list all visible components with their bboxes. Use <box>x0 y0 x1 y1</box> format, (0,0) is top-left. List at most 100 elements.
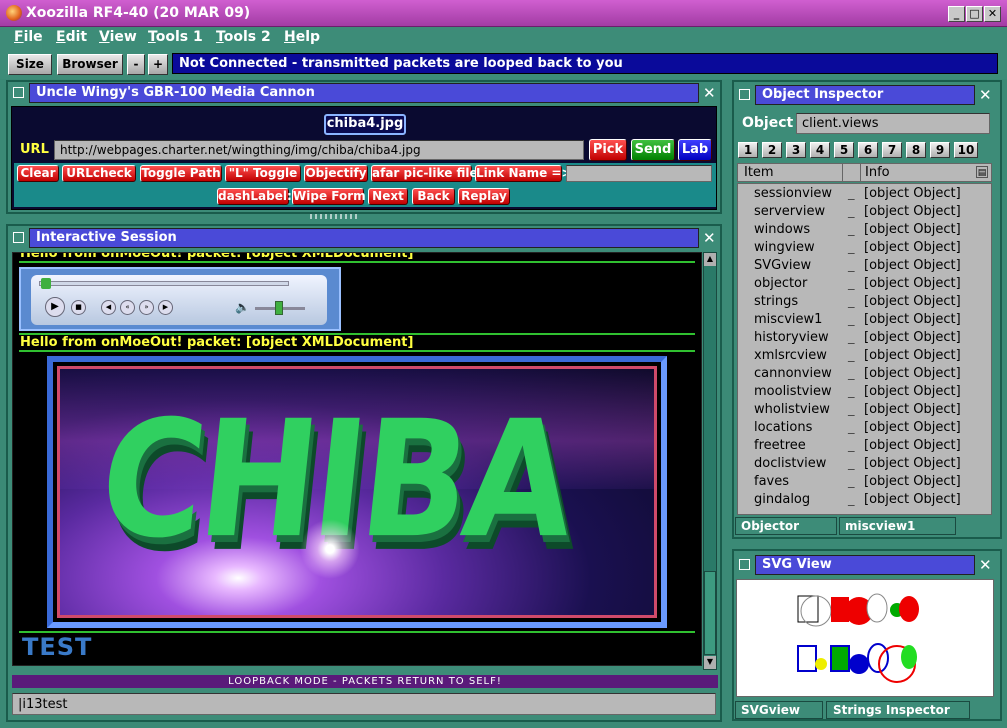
svg-ellipse-blue <box>867 643 889 673</box>
pick-button[interactable]: Pick <box>589 139 627 161</box>
list-item[interactable]: sessionview _ [object Object] <box>738 186 991 204</box>
list-item[interactable]: strings _ [object Object] <box>738 294 991 312</box>
tab-strings-inspector[interactable]: Strings Inspector <box>826 701 970 719</box>
close-icon[interactable]: ✕ <box>979 556 992 574</box>
size-button[interactable]: Size <box>8 54 52 75</box>
column-divider[interactable] <box>860 164 861 181</box>
send-button[interactable]: Send <box>631 139 675 161</box>
l-toggle-button[interactable]: "L" Toggle <box>225 165 301 182</box>
list-item[interactable]: moolistview _ [object Object] <box>738 384 991 402</box>
panel-toggle[interactable] <box>739 89 750 100</box>
menu-tools-1[interactable]: Tools 1 <box>148 29 203 45</box>
dash-label-button[interactable]: dashLabel: <box>217 188 292 205</box>
close-icon[interactable]: ✕ <box>703 84 716 102</box>
list-item[interactable]: faves _ [object Object] <box>738 474 991 492</box>
maximize-button[interactable]: □ <box>966 6 983 22</box>
inspector-tab[interactable]: 6 <box>858 142 878 158</box>
inspector-tab[interactable]: 8 <box>906 142 926 158</box>
zoom-out-button[interactable]: - <box>127 54 145 75</box>
list-item[interactable]: gindalog _ [object Object] <box>738 492 991 510</box>
afar-pic-button[interactable]: afar pic-like file! <box>371 165 483 182</box>
urlcheck-button[interactable]: URLcheck <box>62 165 136 182</box>
zoom-in-button[interactable]: + <box>148 54 168 75</box>
item-info: [object Object] <box>864 186 961 201</box>
inspector-tab[interactable]: 2 <box>762 142 782 158</box>
link-name-input[interactable] <box>566 165 712 182</box>
inspector-tab[interactable]: 1 <box>738 142 758 158</box>
svg-circle-yellow <box>815 658 827 670</box>
fast-forward-icon[interactable]: » <box>139 300 154 315</box>
tab-miscview1[interactable]: miscview1 <box>839 517 956 535</box>
volume-icon[interactable]: 🔈 <box>235 300 250 314</box>
session-scrollbar[interactable]: ▲ ▼ <box>703 252 717 670</box>
menu-tools-2[interactable]: Tools 2 <box>216 29 271 45</box>
list-item[interactable]: miscview1 _ [object Object] <box>738 312 991 330</box>
menu-edit[interactable]: Edit <box>56 29 87 45</box>
list-item[interactable]: locations _ [object Object] <box>738 420 991 438</box>
inspector-tab[interactable]: 5 <box>834 142 854 158</box>
row-separator: _ <box>848 276 855 291</box>
browser-button[interactable]: Browser <box>57 54 123 75</box>
list-item[interactable]: wholistview _ [object Object] <box>738 402 991 420</box>
rewind-icon[interactable]: « <box>120 300 135 315</box>
column-item[interactable]: Item <box>744 165 774 180</box>
list-item[interactable]: doclistview _ [object Object] <box>738 456 991 474</box>
back-button[interactable]: Back <box>412 188 455 205</box>
scroll-up-icon[interactable]: ▲ <box>704 253 716 266</box>
stop-icon[interactable]: ■ <box>71 300 86 315</box>
scroll-down-icon[interactable]: ▼ <box>704 656 716 669</box>
toggle-path-button[interactable]: Toggle Path <box>140 165 222 182</box>
link-name-button[interactable]: Link Name => <box>475 165 572 182</box>
list-item[interactable]: SVGview _ [object Object] <box>738 258 991 276</box>
minimize-button[interactable]: _ <box>948 6 965 22</box>
column-divider[interactable] <box>842 164 843 181</box>
panel-toggle[interactable] <box>13 87 24 98</box>
column-picker-icon[interactable]: ▤ <box>976 166 988 178</box>
list-item[interactable]: cannonview _ [object Object] <box>738 366 991 384</box>
inspector-tab[interactable]: 4 <box>810 142 830 158</box>
previous-icon[interactable]: ◀ <box>101 300 116 315</box>
splitter-handle[interactable] <box>310 214 360 219</box>
column-info[interactable]: Info <box>865 165 890 180</box>
list-item[interactable]: historyview _ [object Object] <box>738 330 991 348</box>
list-item[interactable]: xmlsrcview _ [object Object] <box>738 348 991 366</box>
tab-svgview[interactable]: SVGview <box>735 701 823 719</box>
panel-toggle[interactable] <box>13 232 24 243</box>
play-icon[interactable]: ▶ <box>45 297 65 317</box>
scroll-thumb[interactable] <box>704 571 716 655</box>
objectify-button[interactable]: Objectify <box>304 165 368 182</box>
command-input[interactable]: |i13test <box>12 693 716 715</box>
clear-button[interactable]: Clear <box>17 165 59 182</box>
inspector-tab[interactable]: 10 <box>954 142 978 158</box>
menu-file[interactable]: File <box>14 29 43 45</box>
replay-button[interactable]: Replay <box>458 188 510 205</box>
panel-toggle[interactable] <box>739 559 750 570</box>
next-button[interactable]: Next <box>368 188 408 205</box>
inspector-tab[interactable]: 7 <box>882 142 902 158</box>
inspector-tab[interactable]: 3 <box>786 142 806 158</box>
lab-button[interactable]: Lab <box>678 139 712 161</box>
object-input[interactable]: client.views <box>796 113 990 134</box>
svg-circle-blue <box>849 654 869 674</box>
list-item[interactable]: serverview _ [object Object] <box>738 204 991 222</box>
row-separator: _ <box>848 438 855 453</box>
close-button[interactable]: ✕ <box>984 6 1001 22</box>
wipe-form-button[interactable]: Wipe Form <box>292 188 366 205</box>
seek-thumb[interactable] <box>41 278 51 289</box>
list-item[interactable]: objector _ [object Object] <box>738 276 991 294</box>
close-icon[interactable]: ✕ <box>979 86 992 104</box>
seek-bar[interactable] <box>39 281 289 286</box>
list-item[interactable]: windows _ [object Object] <box>738 222 991 240</box>
url-input[interactable]: http://webpages.charter.net/wingthing/im… <box>54 140 584 160</box>
item-name: objector <box>754 276 808 291</box>
inspector-tab[interactable]: 9 <box>930 142 950 158</box>
item-name: faves <box>754 474 790 489</box>
menu-view[interactable]: View <box>99 29 137 45</box>
next-icon[interactable]: ▶ <box>158 300 173 315</box>
list-item[interactable]: wingview _ [object Object] <box>738 240 991 258</box>
volume-thumb[interactable] <box>275 301 283 315</box>
list-item[interactable]: freetree _ [object Object] <box>738 438 991 456</box>
tab-objector[interactable]: Objector <box>735 517 837 535</box>
menu-help[interactable]: Help <box>284 29 320 45</box>
close-icon[interactable]: ✕ <box>703 229 716 247</box>
